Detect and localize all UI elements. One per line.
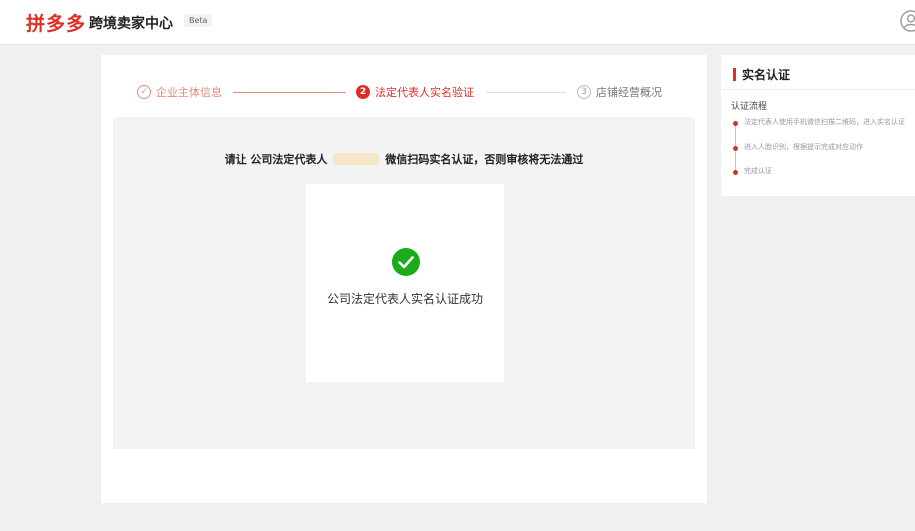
instruction-text: 请让 公司法定代表人 微信扫码实名认证，否则审核将无法通过 [113,151,695,167]
instruction-suffix: 微信扫码实名认证，否则审核将无法通过 [385,153,584,166]
title-accent-bar [733,68,736,81]
step-progress: ✓ 企业主体信息 2 法定代表人实名验证 3 店铺经营概况 [101,55,707,117]
step-legal-rep-verification: 2 法定代表人实名验证 [356,84,474,100]
flow-dot-icon [733,170,738,175]
verification-area: 请让 公司法定代表人 微信扫码实名认证，否则审核将无法通过 公司法定代表人实名认证… [113,117,695,449]
success-check-icon [392,248,420,276]
step-label: 企业主体信息 [156,86,222,99]
flow-dot-icon [733,146,738,151]
brand-logo[interactable]: 拼多多 [26,9,86,36]
step-company-info: ✓ 企业主体信息 [137,84,222,100]
step-connector [233,92,346,93]
user-avatar-icon[interactable] [900,10,915,32]
instruction-prefix: 请让 公司法定代表人 [224,153,328,166]
step-label: 法定代表人实名验证 [375,86,474,99]
verification-result-box: 公司法定代表人实名认证成功 [306,184,504,382]
flow-step-text: 法定代表人使用手机微信扫描二维码，进入实名认证 [744,118,905,126]
top-bar: 拼多多 跨境卖家中心 Beta [0,0,915,45]
side-help-panel: 实名认证 认证流程 法定代表人使用手机微信扫描二维码，进入实名认证 进入人脸识别… [721,55,915,196]
step-number: 2 [356,85,370,99]
beta-badge: Beta [184,14,213,27]
step-connector [486,92,566,93]
verification-card: ✓ 企业主体信息 2 法定代表人实名验证 3 店铺经营概况 请让 公司法定代表人… [101,55,707,503]
flow-title: 认证流程 [731,102,768,112]
flow-dot-icon [733,121,738,126]
flow-step-text: 进入人脸识别，根据提示完成对应动作 [744,143,863,151]
side-panel-title: 实名认证 [742,68,791,82]
step-store-overview: 3 店铺经营概况 [577,84,662,100]
step-number: 3 [577,85,591,99]
divider [721,89,915,90]
step-done-check-icon: ✓ [137,85,151,99]
app-title: 跨境卖家中心 [89,16,173,32]
step-label: 店铺经营概况 [596,86,662,99]
success-message: 公司法定代表人实名认证成功 [326,292,483,306]
redacted-name [333,153,380,165]
flow-step-text: 完成认证 [744,167,772,175]
